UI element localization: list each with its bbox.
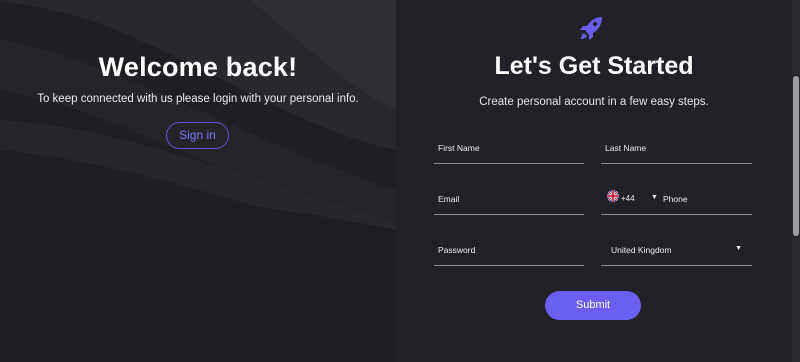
last-name-field[interactable]: Last Name [601, 142, 752, 164]
password-label: Password [438, 245, 476, 255]
scrollbar[interactable] [792, 0, 800, 362]
email-field[interactable]: Email [434, 193, 584, 215]
first-name-label: First Name [438, 143, 480, 153]
country-code[interactable]: +44 [621, 194, 635, 203]
welcome-title: Welcome back! [98, 52, 298, 82]
country-select[interactable]: United Kingdom ▼ [601, 244, 752, 266]
welcome-subtitle: To keep connected with us please login w… [37, 93, 359, 105]
phone-label: Phone [663, 194, 688, 204]
last-name-label: Last Name [605, 143, 647, 153]
scrollbar-thumb[interactable] [793, 76, 799, 236]
rocket-icon [580, 17, 602, 40]
welcome-panel: Welcome back! To keep connected with us … [0, 0, 396, 362]
signup-panel: Let's Get Started Create personal accoun… [396, 0, 792, 362]
first-name-field[interactable]: First Name [434, 142, 584, 164]
chevron-down-icon[interactable]: ▼ [651, 194, 658, 201]
phone-field[interactable]: +44 ▼ Phone [601, 190, 752, 215]
chevron-down-icon[interactable]: ▼ [735, 245, 742, 252]
email-label: Email [438, 194, 460, 204]
signup-title: Let's Get Started [494, 52, 694, 80]
password-field[interactable]: Password [434, 244, 584, 266]
country-select-value: United Kingdom [611, 245, 672, 255]
signup-subtitle: Create personal account in a few easy st… [479, 96, 709, 108]
signin-button[interactable]: Sign in [166, 122, 229, 149]
uk-flag-icon[interactable] [607, 190, 619, 202]
submit-button[interactable]: Submit [545, 291, 641, 320]
